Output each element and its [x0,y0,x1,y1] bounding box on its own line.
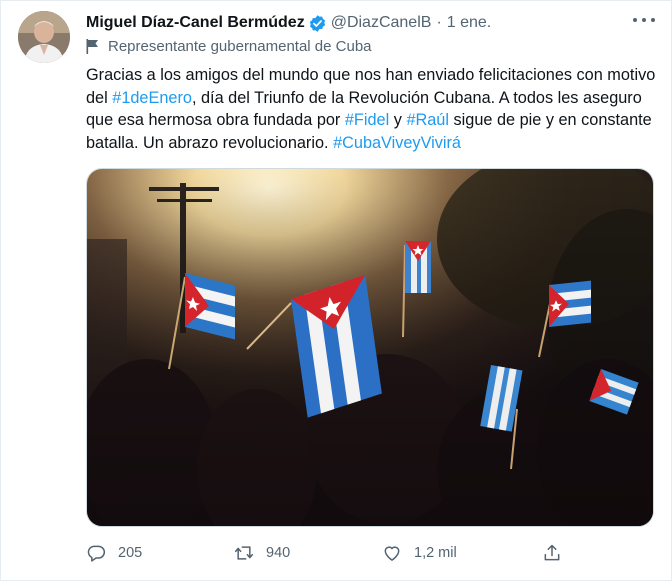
reply-icon [87,545,106,562]
action-bar: 205 940 1,2 mil [86,539,656,567]
retweet-icon [234,546,254,560]
separator-dot: · [436,14,442,31]
author-handle[interactable]: @DiazCanelB [331,14,432,32]
retweet-button[interactable]: 940 [234,539,290,567]
tweet-text: Gracias a los amigos del mundo que nos h… [86,64,656,154]
like-count: 1,2 mil [414,545,457,561]
tweet-photo[interactable] [86,168,654,527]
hashtag-link[interactable]: #CubaViveyVivirá [333,134,461,152]
reply-count: 205 [118,545,143,561]
like-button[interactable]: 1,2 mil [382,539,457,567]
more-options-icon[interactable] [633,12,655,28]
author-name[interactable]: Miguel Díaz-Canel Bermúdez [86,14,305,32]
retweet-count: 940 [266,545,291,561]
tweet-date[interactable]: 1 ene. [447,14,491,32]
tweet-text-segment: y [389,111,407,129]
share-icon [544,544,560,561]
hashtag-link[interactable]: #Raúl [406,111,449,129]
tweet-card[interactable]: Miguel Díaz-Canel Bermúdez @DiazCanelB ·… [0,0,672,581]
cuban-flags-photo [87,169,653,526]
share-button[interactable] [542,539,574,567]
reply-button[interactable]: 205 [86,539,142,567]
label-text: Representante gubernamental de Cuba [108,38,372,55]
verified-badge-icon [309,14,325,32]
flag-icon [86,39,98,54]
hashtag-link[interactable]: #1deEnero [112,89,192,107]
heart-icon [384,546,400,561]
hashtag-link[interactable]: #Fidel [345,111,389,129]
avatar[interactable] [18,11,70,63]
tweet-header: Miguel Díaz-Canel Bermúdez @DiazCanelB ·… [86,12,491,34]
government-label: Representante gubernamental de Cuba [86,38,372,55]
